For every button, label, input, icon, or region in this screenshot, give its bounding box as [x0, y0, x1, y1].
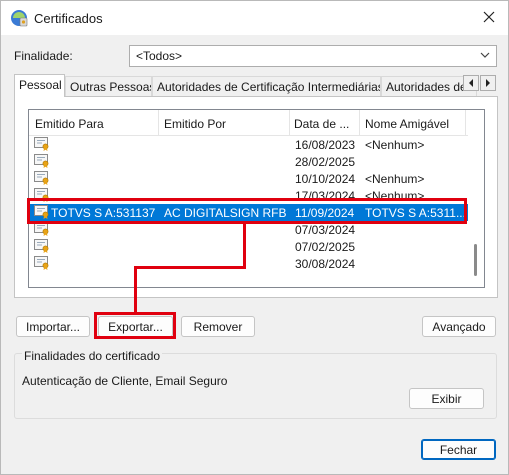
advanced-button[interactable]: Avançado — [422, 316, 496, 337]
certificates-dialog: Certificados Finalidade: <Todos> Pessoal… — [0, 0, 509, 475]
tab-label: Autoridades de Certificação Intermediári… — [157, 80, 381, 94]
highlight-export-button-annotation — [94, 312, 176, 339]
scrollbar-thumb[interactable] — [474, 244, 477, 276]
window-title: Certificados — [34, 11, 103, 26]
tab-autoridades-intermediarias[interactable]: Autoridades de Certificação Intermediári… — [152, 76, 381, 96]
cell-issued-to — [51, 240, 155, 254]
certificate-icon — [34, 239, 50, 253]
column-divider[interactable] — [465, 110, 466, 136]
column-header-issued-by[interactable]: Emitido Por — [164, 117, 284, 131]
chevron-down-icon — [480, 52, 490, 58]
column-header-issued-to[interactable]: Emitido Para — [35, 117, 155, 131]
table-row[interactable]: 30/08/2024 — [29, 255, 469, 272]
cell-date: 30/08/2024 — [295, 257, 356, 271]
annotation-connector — [243, 224, 246, 267]
cell-issued-to — [51, 172, 155, 186]
arrow-right-icon — [486, 79, 490, 87]
vertical-scrollbar[interactable] — [468, 110, 484, 287]
cell-friendly-name — [365, 257, 465, 271]
cell-friendly-name — [365, 155, 465, 169]
cell-date: 28/02/2025 — [295, 155, 356, 169]
cell-issued-by — [164, 223, 286, 237]
column-divider[interactable] — [359, 110, 360, 136]
cell-issued-to — [51, 138, 155, 152]
annotation-connector — [134, 266, 137, 313]
certificate-icon — [34, 171, 50, 185]
highlight-selected-row-annotation — [27, 198, 467, 224]
import-button[interactable]: Importar... — [16, 316, 90, 337]
column-header-date[interactable]: Data de ... — [294, 117, 356, 131]
purpose-selected-value: <Todos> — [136, 49, 183, 63]
certificate-icon — [34, 222, 50, 236]
cell-issued-to — [51, 155, 155, 169]
certificate-purposes-title: Finalidades do certificado — [22, 349, 163, 363]
purpose-label: Finalidade: — [14, 49, 73, 63]
list-header: Emitido Para Emitido Por Data de ... Nom… — [29, 110, 469, 136]
tab-strip: Pessoal Outras Pessoas Autoridades de Ce… — [14, 74, 479, 97]
arrow-left-icon — [469, 79, 473, 87]
tab-label: Outras Pessoas — [70, 80, 152, 94]
certificate-manager-icon — [11, 10, 28, 27]
cell-date: 07/02/2025 — [295, 240, 356, 254]
cell-issued-to — [51, 223, 155, 237]
tab-scroll-left-button[interactable] — [463, 75, 479, 91]
purpose-select[interactable]: <Todos> — [129, 45, 497, 67]
close-button[interactable]: Fechar — [421, 439, 496, 460]
tab-outras-pessoas[interactable]: Outras Pessoas — [65, 76, 152, 96]
certificate-icon — [34, 137, 50, 151]
cell-issued-by — [164, 240, 286, 254]
cell-date: 10/10/2024 — [295, 172, 356, 186]
close-icon — [483, 11, 495, 23]
cell-issued-by — [164, 172, 286, 186]
tab-pessoal[interactable]: Pessoal — [14, 74, 65, 97]
cell-friendly-name: <Nenhum> — [365, 138, 425, 152]
title-bar: Certificados — [1, 1, 508, 35]
cell-date: 07/03/2024 — [295, 223, 356, 237]
tab-label: Pessoal — [19, 78, 62, 92]
tab-scroll-right-button[interactable] — [480, 75, 496, 91]
table-row[interactable]: 28/02/2025 — [29, 153, 469, 170]
certificate-icon — [34, 256, 50, 270]
cell-friendly-name — [365, 223, 465, 237]
certificate-purposes-text: Autenticação de Cliente, Email Seguro — [22, 374, 228, 388]
table-row[interactable]: 07/02/2025 — [29, 238, 469, 255]
cell-issued-by — [164, 155, 286, 169]
table-row[interactable]: 16/08/2023 <Nenhum> — [29, 136, 469, 153]
cell-issued-by — [164, 138, 286, 152]
annotation-connector — [134, 266, 246, 269]
column-divider[interactable] — [289, 110, 290, 136]
cell-friendly-name: <Nenhum> — [365, 172, 425, 186]
close-window-button[interactable] — [474, 3, 504, 31]
cell-date: 16/08/2023 — [295, 138, 356, 152]
column-header-friendly-name[interactable]: Nome Amigável — [365, 117, 465, 131]
remove-button[interactable]: Remover — [181, 316, 255, 337]
column-divider[interactable] — [158, 110, 159, 136]
cell-friendly-name — [365, 240, 465, 254]
view-button[interactable]: Exibir — [409, 388, 484, 409]
certificate-icon — [34, 154, 50, 168]
table-row[interactable]: 10/10/2024 <Nenhum> — [29, 170, 469, 187]
